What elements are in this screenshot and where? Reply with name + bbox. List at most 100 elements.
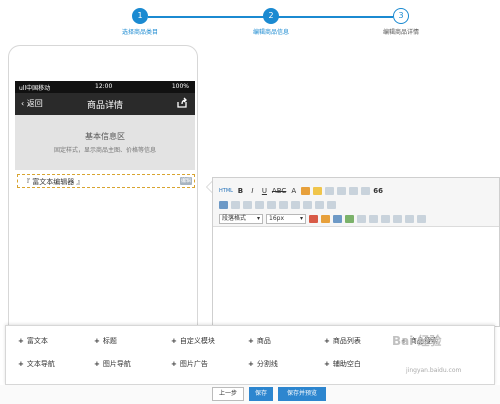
plus-icon: + — [94, 360, 100, 368]
horizontal-rule-icon[interactable] — [393, 215, 402, 223]
plus-icon: + — [94, 337, 100, 345]
back-button[interactable]: ‹ 返回 — [21, 98, 43, 109]
ordered-list-icon[interactable] — [361, 187, 371, 195]
module-label: 商品列表 — [332, 337, 361, 345]
delete-column-icon[interactable] — [267, 201, 276, 209]
underline-button[interactable]: U — [260, 186, 269, 196]
editor-toolbar: HTML B I U ABC A 66 段落格式 ▾ 16px ▾ — [213, 178, 499, 227]
emoticon-icon[interactable] — [321, 215, 330, 223]
prev-step-button[interactable]: 上一步 — [212, 387, 244, 401]
align-right-icon[interactable] — [337, 187, 347, 195]
watermark-logo: Bai 经验 — [392, 334, 442, 348]
step-2-label: 编辑商品信息 — [252, 29, 290, 36]
blockquote-button[interactable]: 66 — [373, 186, 383, 196]
module-add-text-nav[interactable]: + 文本导航 — [18, 359, 55, 369]
step-connector — [277, 16, 393, 18]
module-add-image-ad[interactable]: + 图片广告 — [171, 359, 208, 369]
basic-info-subtitle: 固定样式，显示商品主图、价格等信息 — [53, 147, 156, 154]
step-1-label: 选择商品类目 — [121, 29, 159, 36]
step-3-circle: 3 — [393, 8, 409, 24]
delete-row-icon[interactable] — [255, 201, 264, 209]
basic-info-title: 基本信息区 — [85, 132, 125, 141]
html-source-button[interactable]: HTML — [219, 186, 233, 196]
step-3-label: 编辑商品详情 — [382, 29, 420, 36]
indent-icon[interactable] — [315, 201, 324, 209]
watermark: Bai 经验 jingyan.baidu.com — [392, 332, 496, 384]
paragraph-format-select[interactable]: 段落格式 ▾ — [219, 214, 263, 224]
strikethrough-button[interactable]: ABC — [272, 186, 286, 196]
map-icon[interactable] — [345, 215, 354, 223]
save-button[interactable]: 保存 — [249, 387, 273, 401]
chevron-down-icon: ▾ — [256, 215, 260, 222]
module-label: 辅助空白 — [332, 360, 361, 368]
rich-text-label: 『 富文本编辑器 』 — [23, 178, 84, 186]
module-label: 富文本 — [26, 337, 48, 345]
battery-text: 100% — [171, 83, 189, 90]
video-icon[interactable] — [333, 215, 342, 223]
highlight-color-icon[interactable] — [301, 187, 311, 195]
brush-icon[interactable] — [381, 215, 390, 223]
italic-button[interactable]: I — [248, 186, 257, 196]
outdent-icon[interactable] — [327, 201, 336, 209]
basic-info-area[interactable]: 基本信息区 固定样式，显示商品主图、价格等信息 — [15, 115, 195, 170]
module-add-product-list[interactable]: + 商品列表 — [324, 336, 361, 346]
plus-icon: + — [324, 337, 330, 345]
status-time: 12:00 — [95, 83, 113, 90]
plus-icon: + — [324, 360, 330, 368]
align-center-icon[interactable] — [325, 187, 335, 195]
action-bar: 上一步 保存 保存并预览 — [0, 385, 500, 404]
delete-table-icon[interactable] — [303, 201, 312, 209]
plus-icon: + — [18, 360, 24, 368]
save-preview-button[interactable]: 保存并预览 — [278, 387, 326, 401]
step-2-circle: 2 — [263, 8, 279, 24]
line-height-icon[interactable] — [417, 215, 426, 223]
module-add-product[interactable]: + 商品 — [248, 336, 271, 346]
chevron-down-icon: ▾ — [299, 215, 303, 222]
share-icon[interactable] — [176, 97, 188, 109]
carrier-text: ull中国移动 — [19, 85, 51, 92]
module-label: 文本导航 — [26, 360, 55, 368]
paragraph-spacing-icon[interactable] — [405, 215, 414, 223]
split-cells-icon[interactable] — [291, 201, 300, 209]
plus-icon: + — [248, 337, 254, 345]
module-label: 图片广告 — [179, 360, 208, 368]
module-add-custom[interactable]: + 自定义模块 — [171, 336, 215, 346]
step-1-circle: 1 — [132, 8, 148, 24]
insert-row-icon[interactable] — [231, 201, 240, 209]
module-label: 标题 — [102, 337, 117, 345]
link-icon[interactable] — [357, 215, 366, 223]
font-color-button[interactable]: A — [289, 186, 298, 196]
font-size-select[interactable]: 16px ▾ — [266, 214, 306, 224]
rich-text-editor[interactable]: HTML B I U ABC A 66 段落格式 ▾ 16px ▾ — [212, 177, 500, 327]
module-label: 分割线 — [256, 360, 278, 368]
unordered-list-icon[interactable] — [349, 187, 359, 195]
module-add-spacer[interactable]: + 辅助空白 — [324, 359, 361, 369]
module-label: 图片导航 — [102, 360, 131, 368]
align-left-icon[interactable] — [313, 187, 323, 195]
step-connector — [148, 16, 264, 18]
table-icon[interactable] — [219, 201, 228, 209]
plus-icon: + — [171, 360, 177, 368]
bold-button[interactable]: B — [236, 186, 245, 196]
module-label: 自定义模块 — [179, 337, 215, 345]
merge-cells-icon[interactable] — [279, 201, 288, 209]
phone-nav-bar: 商品详情 ‹ 返回 — [15, 93, 195, 115]
eraser-icon[interactable] — [369, 215, 378, 223]
watermark-url: jingyan.baidu.com — [406, 367, 462, 374]
plus-icon: + — [248, 360, 254, 368]
edit-button[interactable]: 编辑 — [180, 177, 192, 185]
chevron-left-icon: ‹ — [21, 99, 25, 108]
module-add-image-nav[interactable]: + 图片导航 — [94, 359, 131, 369]
image-icon[interactable] — [309, 215, 318, 223]
plus-icon: + — [171, 337, 177, 345]
module-label: 商品 — [256, 337, 271, 345]
plus-icon: + — [18, 337, 24, 345]
progress-steps: 1 选择商品类目 2 编辑商品信息 3 编辑商品详情 — [0, 0, 500, 44]
module-add-divider[interactable]: + 分割线 — [248, 359, 278, 369]
insert-column-icon[interactable] — [243, 201, 252, 209]
module-add-rich-text[interactable]: + 富文本 — [18, 336, 48, 346]
font-size-value: 16px — [269, 215, 284, 222]
paragraph-format-value: 段落格式 — [222, 215, 247, 222]
rich-text-block[interactable]: 『 富文本编辑器 』 编辑 — [17, 174, 195, 188]
module-add-title[interactable]: + 标题 — [94, 336, 117, 346]
